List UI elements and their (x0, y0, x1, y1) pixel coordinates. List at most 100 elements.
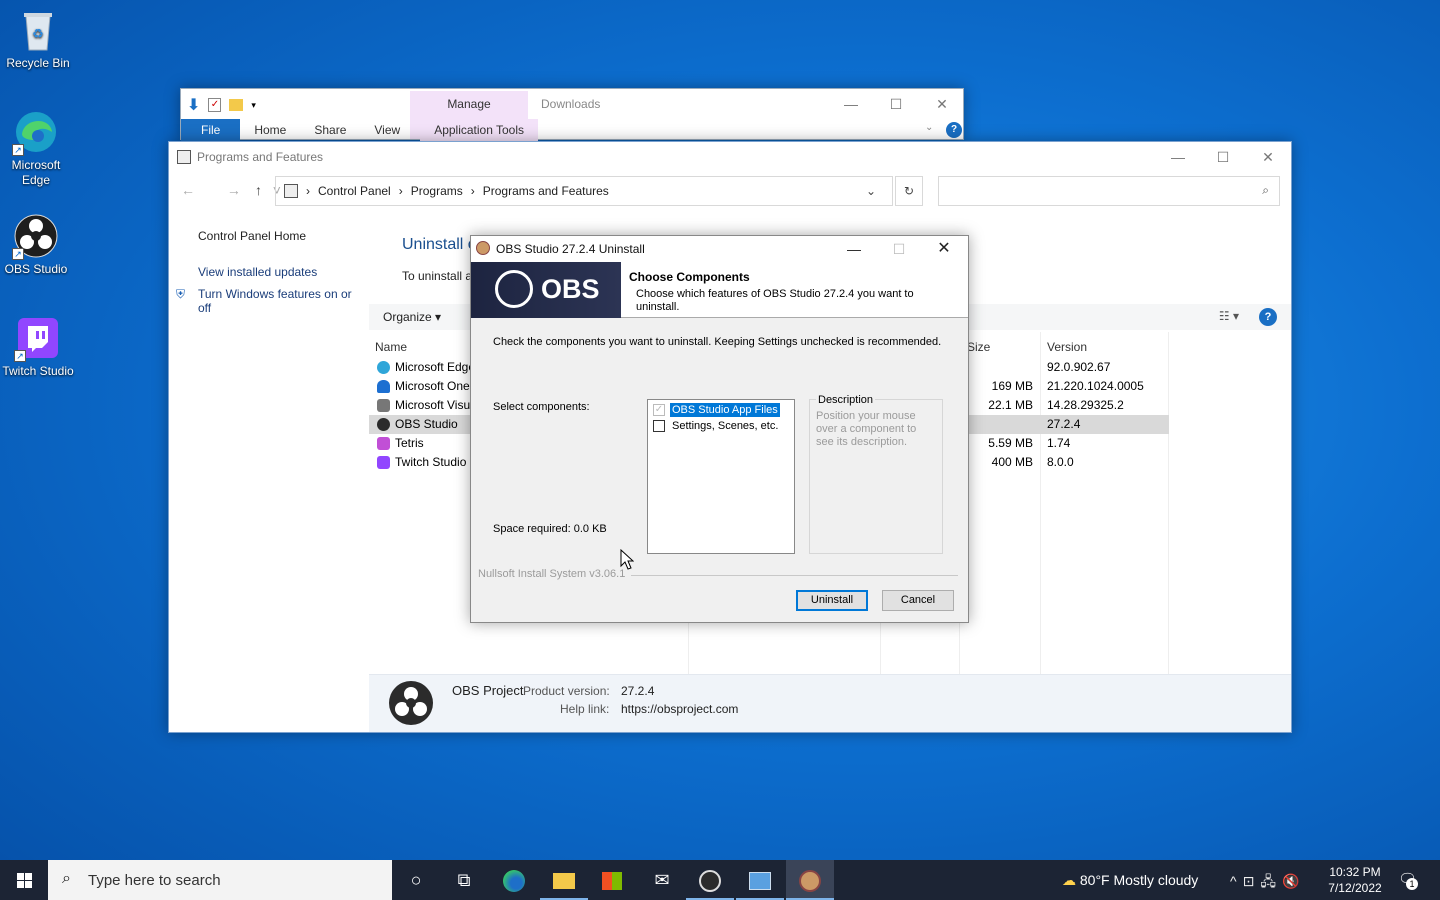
refresh-button[interactable]: ↻ (895, 176, 923, 206)
taskbar-control-panel[interactable] (736, 860, 784, 900)
properties-icon[interactable]: ✓ (208, 98, 222, 112)
qat-dropdown-icon[interactable]: ▾ (251, 100, 256, 111)
weather-text: 80°F Mostly cloudy (1079, 872, 1199, 888)
notification-count: 1 (1406, 878, 1418, 890)
clock[interactable]: 10:32 PM 7/12/2022 (1320, 864, 1390, 896)
breadcrumb-control-panel[interactable]: Control Panel (318, 184, 391, 198)
breadcrumb-programs[interactable]: Programs (411, 184, 463, 198)
program-size: 400 MB (991, 455, 1033, 469)
sidebar-link-windows-features[interactable]: ⛨ Turn Windows features on or off (176, 287, 368, 315)
help-icon[interactable]: ? (1259, 308, 1277, 326)
desktop-icon-obs-studio[interactable]: ↗ OBS Studio (0, 214, 74, 277)
edge-icon (503, 870, 525, 893)
title-bar: Programs and Features — ☐ ✕ (169, 142, 1291, 172)
address-bar[interactable]: › Control Panel › Programs › Programs an… (275, 176, 893, 206)
view-options-icon[interactable]: ☷ ▾ (1219, 309, 1239, 323)
organize-button[interactable]: Organize ▾ (383, 310, 441, 324)
explorer-window: ⬇ ✓ ▾ Manage Downloads — ☐ ✕ File Home S… (180, 88, 965, 141)
column-header-version[interactable]: Version (1047, 340, 1087, 354)
volume-muted-icon[interactable]: 🔇 (1282, 873, 1305, 889)
uninstall-button[interactable]: Uninstall (796, 590, 868, 611)
page-subtitle: To uninstall a (402, 269, 473, 283)
task-view-icon: ⧉ (457, 870, 471, 890)
taskbar-file-explorer[interactable] (540, 860, 588, 900)
program-version: 92.0.902.67 (1047, 360, 1111, 374)
twitch-icon (377, 456, 390, 469)
tab-file[interactable]: File (181, 119, 241, 141)
breadcrumb-separator: › (306, 184, 310, 198)
taskbar-obs[interactable] (686, 860, 734, 900)
tab-application-tools[interactable]: Application Tools (420, 119, 539, 141)
desktop-icon-microsoft-edge[interactable]: ↗ Microsoft Edge (0, 110, 74, 188)
close-button[interactable]: ✕ (921, 236, 967, 262)
desktop-icon-label: Twitch Studio (2, 364, 74, 378)
ribbon-expand-icon[interactable]: ⌄ (925, 122, 933, 133)
sidebar-link-view-installed-updates[interactable]: View installed updates (198, 265, 368, 279)
notification-center-button[interactable]: 🗨 1 (1398, 870, 1418, 890)
start-button[interactable] (0, 860, 48, 900)
desktop-icon-twitch-studio[interactable]: ↗ Twitch Studio (0, 316, 76, 379)
search-input[interactable]: ⌕ (938, 176, 1280, 206)
maximize-button[interactable]: ☐ (1200, 142, 1246, 172)
minimize-button[interactable]: — (831, 236, 877, 262)
header-title: Choose Components (629, 270, 750, 284)
program-name: Microsoft One (395, 379, 470, 393)
program-name: Microsoft Edge (395, 360, 476, 374)
column-header-size[interactable]: Size (967, 340, 990, 354)
shortcut-arrow-icon: ↗ (14, 350, 26, 362)
cancel-button[interactable]: Cancel (882, 590, 954, 611)
tab-share[interactable]: Share (300, 119, 360, 141)
breadcrumb-programs-and-features[interactable]: Programs and Features (483, 184, 609, 198)
minimize-button[interactable]: — (1155, 142, 1201, 172)
desktop-icon-recycle-bin[interactable]: ♻ Recycle Bin (0, 8, 76, 71)
chevron-up-icon[interactable]: ^ (1230, 873, 1243, 889)
sidebar-link-control-panel-home[interactable]: Control Panel Home (198, 229, 368, 243)
taskbar-uninstaller[interactable] (786, 860, 834, 900)
tab-home[interactable]: Home (240, 119, 300, 141)
clock-date: 7/12/2022 (1328, 881, 1382, 895)
obs-icon (377, 418, 390, 431)
tab-view[interactable]: View (360, 119, 414, 141)
address-dropdown-icon[interactable]: ⌄ (866, 184, 876, 198)
window-title: Programs and Features (197, 150, 324, 164)
download-arrow-icon[interactable]: ⬇ (187, 95, 200, 115)
checkbox-unchecked[interactable] (653, 420, 665, 432)
details-pane: OBS Project Product version: 27.2.4 Help… (369, 674, 1291, 732)
shortcut-arrow-icon: ↗ (12, 248, 24, 260)
meet-now-icon[interactable]: ⊡ (1243, 873, 1261, 889)
description-text: Position your mouse over a component to … (816, 410, 917, 448)
help-icon[interactable]: ? (946, 122, 962, 138)
components-tree[interactable]: ✓ OBS Studio App Files Settings, Scenes,… (647, 399, 795, 554)
taskbar-edge[interactable] (490, 860, 538, 900)
nsis-branding: Nullsoft Install System v3.06.1 (478, 568, 626, 580)
weather-widget[interactable]: ☁ 80°F Mostly cloudy (1062, 872, 1198, 889)
taskbar-mail[interactable]: ✉ (638, 860, 686, 900)
recycle-bin-icon: ♻ (16, 8, 60, 52)
cortana-button[interactable]: ○ (392, 860, 440, 900)
program-name: OBS Studio (395, 417, 458, 431)
close-button[interactable]: ✕ (1245, 142, 1291, 172)
close-button[interactable]: ✕ (919, 89, 965, 119)
manage-label: Manage (447, 97, 491, 111)
task-view-button[interactable]: ⧉ (440, 860, 488, 900)
taskbar-search-box[interactable]: ⌕ Type here to search (48, 860, 392, 900)
program-version: 8.0.0 (1047, 455, 1074, 469)
taskbar: ⌕ Type here to search ○ ⧉ ✉ ☁ 80°F Mostl… (0, 860, 1440, 900)
new-folder-icon[interactable] (229, 99, 244, 111)
taskbar-store[interactable] (588, 860, 636, 900)
clock-time: 10:32 PM (1329, 865, 1381, 879)
twitch-icon: ↗ (14, 316, 60, 362)
publisher-name: OBS Project (452, 683, 524, 698)
folder-icon (553, 873, 575, 890)
obs-banner: OBS (471, 262, 621, 318)
column-header-name[interactable]: Name (375, 340, 407, 354)
maximize-button[interactable]: ☐ (873, 89, 919, 119)
help-link-label: Help link: (560, 702, 610, 716)
network-icon[interactable]: 🖧 (1260, 873, 1282, 889)
minimize-button[interactable]: — (828, 89, 874, 119)
obs-logo-icon (389, 681, 433, 725)
help-link[interactable]: https://obsproject.com (621, 702, 738, 716)
up-arrow-icon[interactable]: ↑ (255, 182, 262, 198)
window-title: Downloads (541, 97, 601, 111)
visual-cpp-icon (377, 399, 390, 412)
